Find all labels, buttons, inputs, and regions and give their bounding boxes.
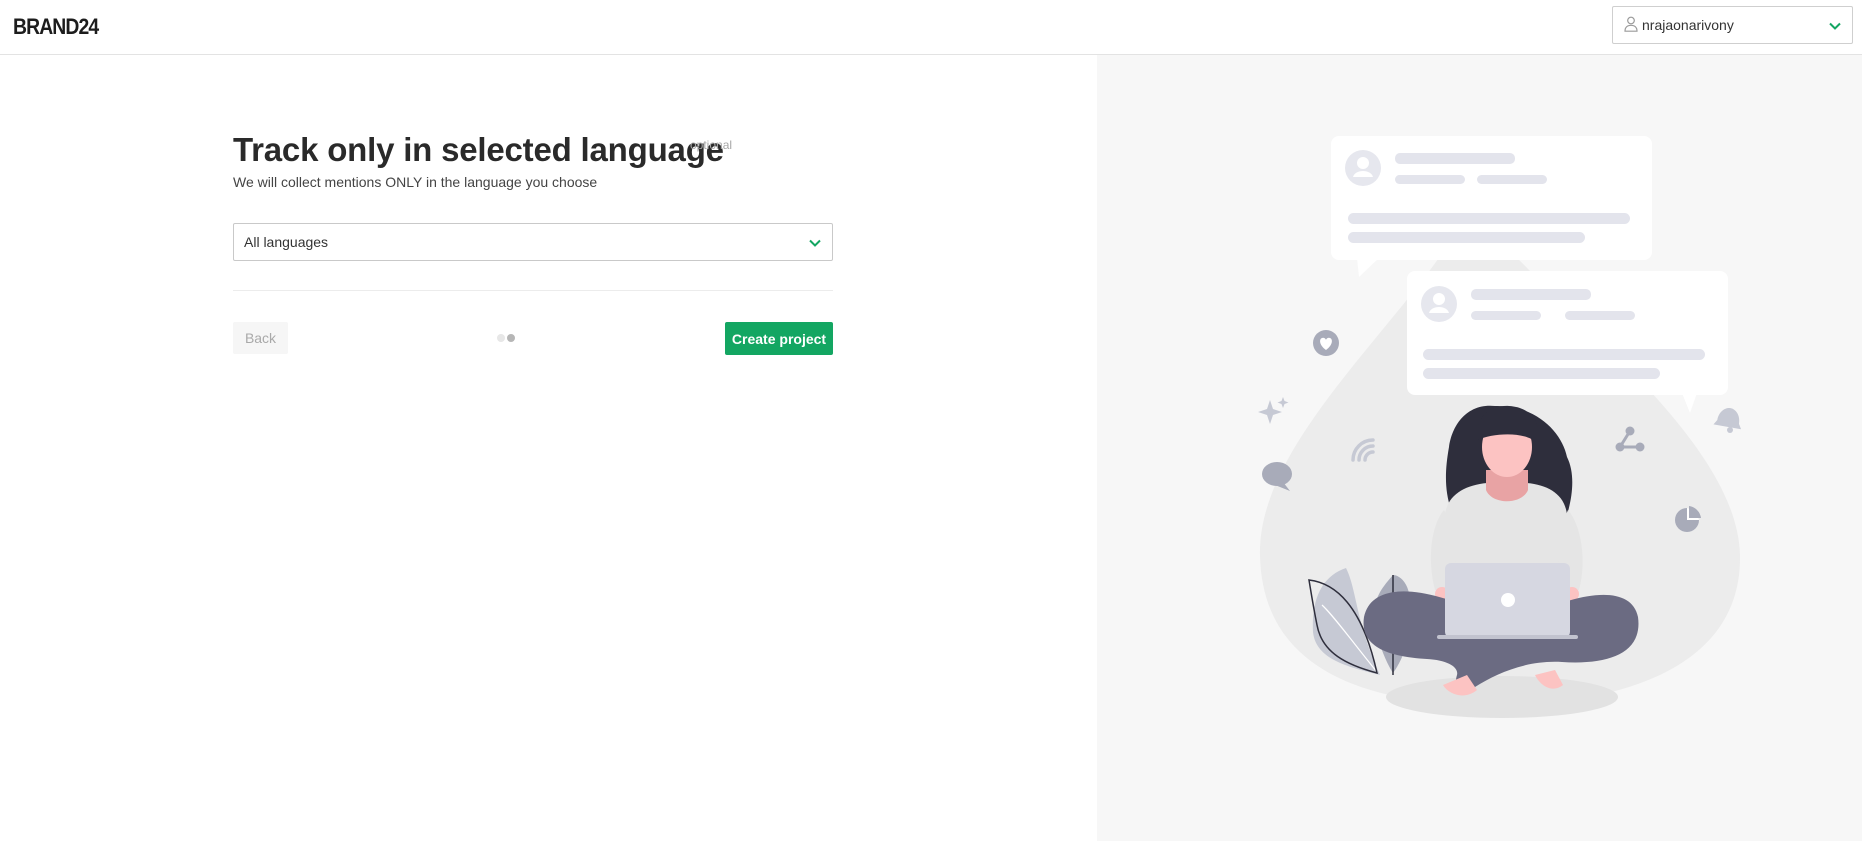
chevron-down-icon <box>1829 22 1841 30</box>
form-panel: Track only in selected language optional… <box>0 55 1097 841</box>
step-dot-2-active <box>507 334 515 342</box>
heart-bubble-icon <box>1313 330 1339 356</box>
woman-with-laptop-illustration <box>1258 136 1742 718</box>
sparkle-icon <box>1258 397 1289 424</box>
step-indicator <box>497 334 517 342</box>
user-name: nrajaonarivony <box>1642 17 1734 33</box>
user-icon <box>1624 16 1638 32</box>
create-project-button[interactable]: Create project <box>725 322 833 355</box>
chevron-down-icon <box>809 239 821 247</box>
optional-label: optional <box>690 138 733 152</box>
form-divider <box>233 290 833 291</box>
brand-logo[interactable]: BRAND24 <box>13 14 99 40</box>
top-bar: BRAND24 nrajaonarivony <box>0 0 1862 55</box>
chat-card-bottom <box>1407 271 1728 413</box>
user-menu-dropdown[interactable]: nrajaonarivony <box>1612 6 1853 44</box>
step-dot-1 <box>497 334 505 342</box>
back-button[interactable]: Back <box>233 322 288 354</box>
page-title: Track only in selected language <box>233 131 724 168</box>
language-select[interactable]: All languages <box>233 223 833 261</box>
chat-card-top <box>1331 136 1652 277</box>
illustration-panel <box>1097 55 1862 841</box>
bell-icon <box>1713 408 1742 433</box>
language-select-value: All languages <box>244 234 329 250</box>
page-subtitle: We will collect mentions ONLY in the lan… <box>233 174 598 190</box>
